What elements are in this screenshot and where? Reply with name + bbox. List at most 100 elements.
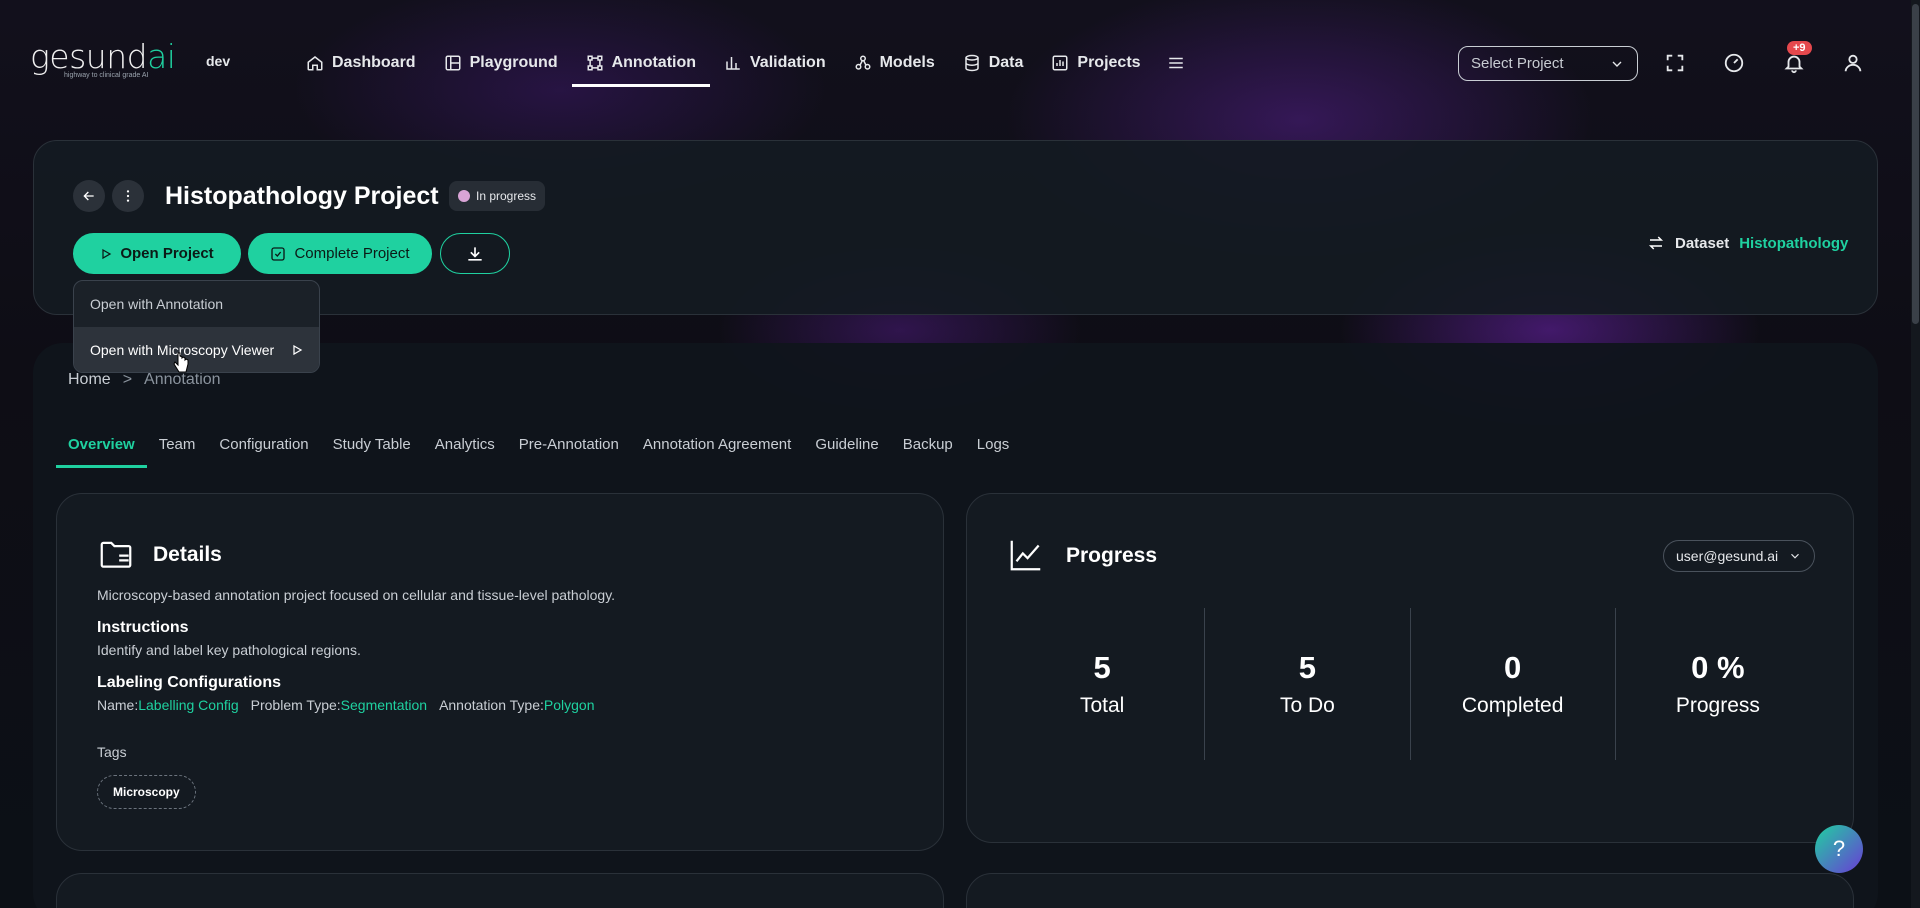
bar-chart-icon bbox=[726, 57, 740, 70]
stat-value: 5 bbox=[1093, 650, 1111, 685]
open-project-menu: Open with Annotation Open with Microscop… bbox=[73, 280, 320, 373]
stat-value: 0 % bbox=[1691, 650, 1745, 685]
open-project-label: Open Project bbox=[120, 245, 214, 262]
more-vertical-icon bbox=[126, 190, 130, 202]
name-label: Name: bbox=[97, 697, 139, 713]
back-button[interactable] bbox=[73, 180, 105, 212]
download-icon bbox=[468, 246, 482, 261]
labeling-heading: Labeling Configurations bbox=[97, 674, 281, 691]
menu-item-open-microscopy[interactable]: Open with Microscopy Viewer bbox=[74, 327, 319, 372]
details-title: Details bbox=[153, 543, 222, 566]
more-options-button[interactable] bbox=[112, 180, 144, 212]
speed-button[interactable] bbox=[1721, 50, 1747, 76]
problem-type-value: Segmentation bbox=[340, 697, 428, 713]
menu-item-open-annotation[interactable]: Open with Annotation bbox=[74, 281, 319, 327]
nav-dashboard[interactable]: Dashboard bbox=[292, 38, 430, 88]
select-project-dropdown[interactable]: Select Project bbox=[1458, 46, 1638, 81]
stat-label: Progress bbox=[1675, 694, 1760, 717]
nav-label: Playground bbox=[469, 54, 558, 71]
tab-guideline[interactable]: Guideline bbox=[803, 430, 890, 468]
stat-label: To Do bbox=[1279, 694, 1335, 717]
nav-label: Models bbox=[879, 54, 935, 71]
progress-title: Progress bbox=[1066, 544, 1158, 567]
gauge-icon bbox=[1724, 53, 1744, 73]
user-filter-dropdown[interactable]: user@gesund.ai bbox=[1663, 540, 1816, 572]
stat-completed: 0 Completed bbox=[1411, 608, 1616, 760]
tab-pre-annotation[interactable]: Pre-Annotation bbox=[507, 430, 631, 468]
nav-label: Data bbox=[988, 54, 1024, 71]
dataset-link[interactable]: Histopathology bbox=[1739, 235, 1848, 252]
nav-validation[interactable]: Validation bbox=[710, 38, 840, 88]
details-description: Microscopy-based annotation project focu… bbox=[97, 587, 616, 603]
select-project-placeholder: Select Project bbox=[1471, 55, 1564, 72]
tab-annotation-agreement[interactable]: Annotation Agreement bbox=[631, 430, 803, 468]
environment-label: dev bbox=[206, 53, 231, 69]
bell-icon bbox=[1784, 55, 1804, 74]
models-icon bbox=[855, 55, 871, 70]
dataset-info: Dataset Histopathology bbox=[1647, 234, 1848, 252]
nav-label: Dashboard bbox=[332, 54, 416, 71]
logo[interactable]: gesundai highway to clinical grade AI bbox=[30, 37, 176, 79]
lower-right-card bbox=[966, 873, 1854, 908]
user-filter-value: user@gesund.ai bbox=[1676, 548, 1779, 564]
logo-wordmark: gesundai bbox=[30, 37, 176, 76]
help-button[interactable]: ? bbox=[1815, 825, 1863, 873]
instructions-text: Identify and label key pathological regi… bbox=[97, 642, 361, 658]
nav-models[interactable]: Models bbox=[840, 38, 949, 88]
breadcrumb: Home > Annotation bbox=[68, 371, 221, 389]
playground-icon bbox=[445, 55, 461, 71]
complete-project-label: Complete Project bbox=[294, 245, 410, 262]
fullscreen-button[interactable] bbox=[1662, 50, 1688, 76]
chevron-down-icon bbox=[1791, 553, 1800, 559]
stat-label: Total bbox=[1079, 694, 1125, 717]
stat-todo: 5 To Do bbox=[1205, 608, 1411, 760]
fullscreen-icon bbox=[1666, 54, 1684, 72]
complete-project-button[interactable]: Complete Project bbox=[248, 233, 432, 274]
nav-annotation[interactable]: Annotation bbox=[571, 38, 711, 88]
chevron-down-icon bbox=[1612, 61, 1622, 67]
scrollbar-thumb[interactable] bbox=[1912, 4, 1919, 324]
checkbox-icon bbox=[271, 246, 286, 261]
stat-total: 5 Total bbox=[1000, 608, 1206, 760]
play-icon bbox=[102, 248, 112, 259]
line-chart-icon bbox=[1010, 540, 1041, 571]
database-icon bbox=[964, 54, 979, 72]
cursor-pointer-icon bbox=[173, 352, 189, 373]
annotation-icon bbox=[587, 55, 603, 71]
tab-configuration[interactable]: Configuration bbox=[207, 430, 320, 468]
name-value: Labelling Config bbox=[138, 697, 239, 713]
breadcrumb-home[interactable]: Home bbox=[68, 371, 111, 389]
nav-label: Validation bbox=[750, 54, 826, 71]
tab-team[interactable]: Team bbox=[147, 430, 208, 468]
arrow-left-icon bbox=[83, 191, 94, 201]
notification-badge: +9 bbox=[1787, 41, 1812, 55]
projects-icon bbox=[1052, 55, 1068, 71]
nav-projects[interactable]: Projects bbox=[1037, 38, 1154, 88]
tab-overview[interactable]: Overview bbox=[56, 430, 147, 468]
open-project-button[interactable]: Open Project bbox=[73, 233, 241, 274]
download-button[interactable] bbox=[440, 233, 510, 274]
tab-study-table[interactable]: Study Table bbox=[321, 430, 423, 468]
stat-label: Completed bbox=[1461, 694, 1564, 717]
play-icon bbox=[293, 344, 303, 356]
tab-logs[interactable]: Logs bbox=[965, 430, 1022, 468]
page-title: Histopathology Project bbox=[165, 182, 439, 210]
nav-data[interactable]: Data bbox=[949, 38, 1038, 88]
main-nav: Dashboard Playground Annotation Validati… bbox=[292, 38, 1197, 88]
nav-playground[interactable]: Playground bbox=[430, 38, 572, 88]
instructions-heading: Instructions bbox=[97, 619, 189, 636]
top-navigation: gesundai highway to clinical grade AI de… bbox=[0, 0, 1920, 110]
user-profile-button[interactable] bbox=[1840, 50, 1866, 76]
project-tabs: Overview Team Configuration Study Table … bbox=[56, 430, 1021, 468]
menu-button[interactable] bbox=[1155, 38, 1197, 88]
status-dot bbox=[458, 190, 470, 202]
breadcrumb-separator: > bbox=[122, 371, 133, 388]
stat-value: 0 bbox=[1504, 650, 1522, 685]
status-badge: In progress bbox=[449, 181, 546, 211]
hamburger-icon bbox=[1168, 57, 1183, 69]
tab-backup[interactable]: Backup bbox=[891, 430, 965, 468]
tab-analytics[interactable]: Analytics bbox=[423, 430, 507, 468]
menu-item-label: Open with Annotation bbox=[90, 296, 224, 312]
status-label: In progress bbox=[476, 189, 537, 203]
tag-chip[interactable]: Microscopy bbox=[97, 775, 196, 809]
